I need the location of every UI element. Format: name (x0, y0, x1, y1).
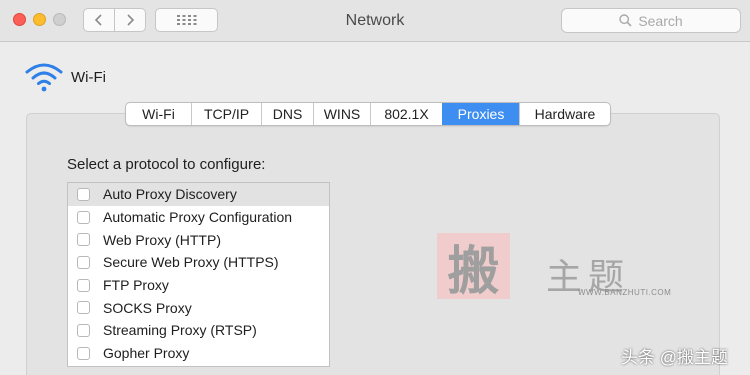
protocol-item-secure-web-proxy[interactable]: Secure Web Proxy (HTTPS) (68, 251, 329, 274)
protocol-label: Auto Proxy Discovery (103, 186, 237, 203)
tab-8021x[interactable]: 802.1X (370, 103, 442, 125)
tab-tcpip[interactable]: TCP/IP (191, 103, 261, 125)
protocol-item-ftp-proxy[interactable]: FTP Proxy (68, 274, 329, 297)
protocol-checkbox[interactable] (77, 210, 90, 224)
protocol-checkbox[interactable] (77, 233, 90, 247)
tab-dns[interactable]: DNS (261, 103, 313, 125)
tab-proxies[interactable]: Proxies (442, 103, 519, 125)
watermark-credit: 头条 @搬主题 (621, 348, 728, 367)
title-bar: Network Search (0, 0, 750, 42)
tab-wins[interactable]: WINS (313, 103, 370, 125)
protocol-label: SOCKS Proxy (103, 299, 192, 316)
tab-bar: Wi-Fi TCP/IP DNS WINS 802.1X Proxies Har… (125, 102, 611, 126)
watermark-seal-char: 搬 (447, 240, 500, 302)
protocol-label: Web Proxy (HTTP) (103, 231, 221, 248)
interface-name: Wi-Fi (71, 69, 106, 86)
tab-hardware[interactable]: Hardware (519, 103, 610, 125)
search-placeholder: Search (638, 12, 683, 29)
protocol-checkbox[interactable] (77, 301, 90, 315)
wifi-icon (25, 63, 63, 92)
protocol-checkbox[interactable] (77, 346, 90, 360)
protocol-checkbox[interactable] (77, 255, 90, 269)
protocol-checkbox[interactable] (77, 323, 90, 337)
protocol-label: Automatic Proxy Configuration (103, 209, 293, 226)
protocol-item-web-proxy[interactable]: Web Proxy (HTTP) (68, 228, 329, 251)
protocol-checkbox[interactable] (77, 278, 90, 292)
protocol-item-auto-proxy-discovery[interactable]: Auto Proxy Discovery (68, 183, 329, 206)
tab-wifi[interactable]: Wi-Fi (126, 103, 191, 125)
protocol-item-streaming-proxy[interactable]: Streaming Proxy (RTSP) (68, 319, 329, 342)
protocol-prompt: Select a protocol to configure: (67, 156, 266, 173)
protocol-label: FTP Proxy (103, 277, 169, 294)
protocol-list: Auto Proxy Discovery Automatic Proxy Con… (67, 182, 330, 367)
protocol-checkbox[interactable] (77, 187, 90, 201)
protocol-item-automatic-proxy-configuration[interactable]: Automatic Proxy Configuration (68, 206, 329, 229)
protocol-item-socks-proxy[interactable]: SOCKS Proxy (68, 296, 329, 319)
search-icon (619, 14, 632, 27)
protocol-label: Streaming Proxy (RTSP) (103, 322, 257, 339)
watermark-seal: 搬 (437, 233, 510, 302)
search-input[interactable]: Search (561, 8, 741, 33)
protocol-item-gopher-proxy[interactable]: Gopher Proxy (68, 342, 329, 365)
watermark-url: WWW.BANZHUTI.COM (578, 288, 672, 297)
protocol-label: Secure Web Proxy (HTTPS) (103, 254, 279, 271)
protocol-label: Gopher Proxy (103, 345, 190, 362)
